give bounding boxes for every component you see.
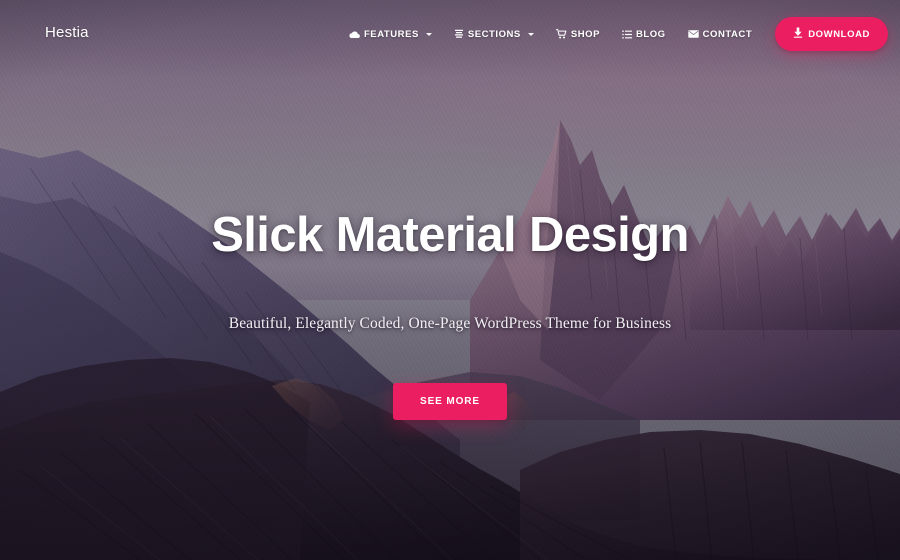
chevron-down-icon xyxy=(527,32,534,36)
nav-item-shop[interactable]: Shop xyxy=(545,23,611,46)
cart-icon xyxy=(555,29,567,39)
nav-label-blog: Blog xyxy=(635,28,666,40)
layers-icon xyxy=(454,29,464,39)
site-logo[interactable]: Hestia xyxy=(45,24,89,41)
nav-item-blog[interactable]: Blog xyxy=(611,23,677,46)
list-icon xyxy=(622,29,632,39)
download-button[interactable]: Download xyxy=(775,17,888,51)
main-menu: Features Sections xyxy=(338,17,900,51)
nav-label-contact: Contact xyxy=(702,28,753,40)
top-navigation-bar: Hestia Features xyxy=(0,0,900,66)
hero-page: Hestia Features xyxy=(0,0,900,560)
cloud-icon xyxy=(349,30,360,39)
nav-label-sections: Sections xyxy=(467,28,521,40)
nav-label-shop: Shop xyxy=(570,28,600,40)
nav-item-sections[interactable]: Sections xyxy=(443,23,545,46)
download-icon xyxy=(793,27,803,41)
nav-item-contact[interactable]: Contact xyxy=(677,23,764,46)
nav-item-features[interactable]: Features xyxy=(338,23,443,46)
chevron-down-icon xyxy=(425,32,432,36)
envelope-icon xyxy=(687,30,699,38)
download-button-label: Download xyxy=(808,28,870,40)
see-more-button[interactable]: See More xyxy=(393,382,507,420)
background-vignette xyxy=(0,0,900,560)
nav-label-features: Features xyxy=(363,28,419,40)
